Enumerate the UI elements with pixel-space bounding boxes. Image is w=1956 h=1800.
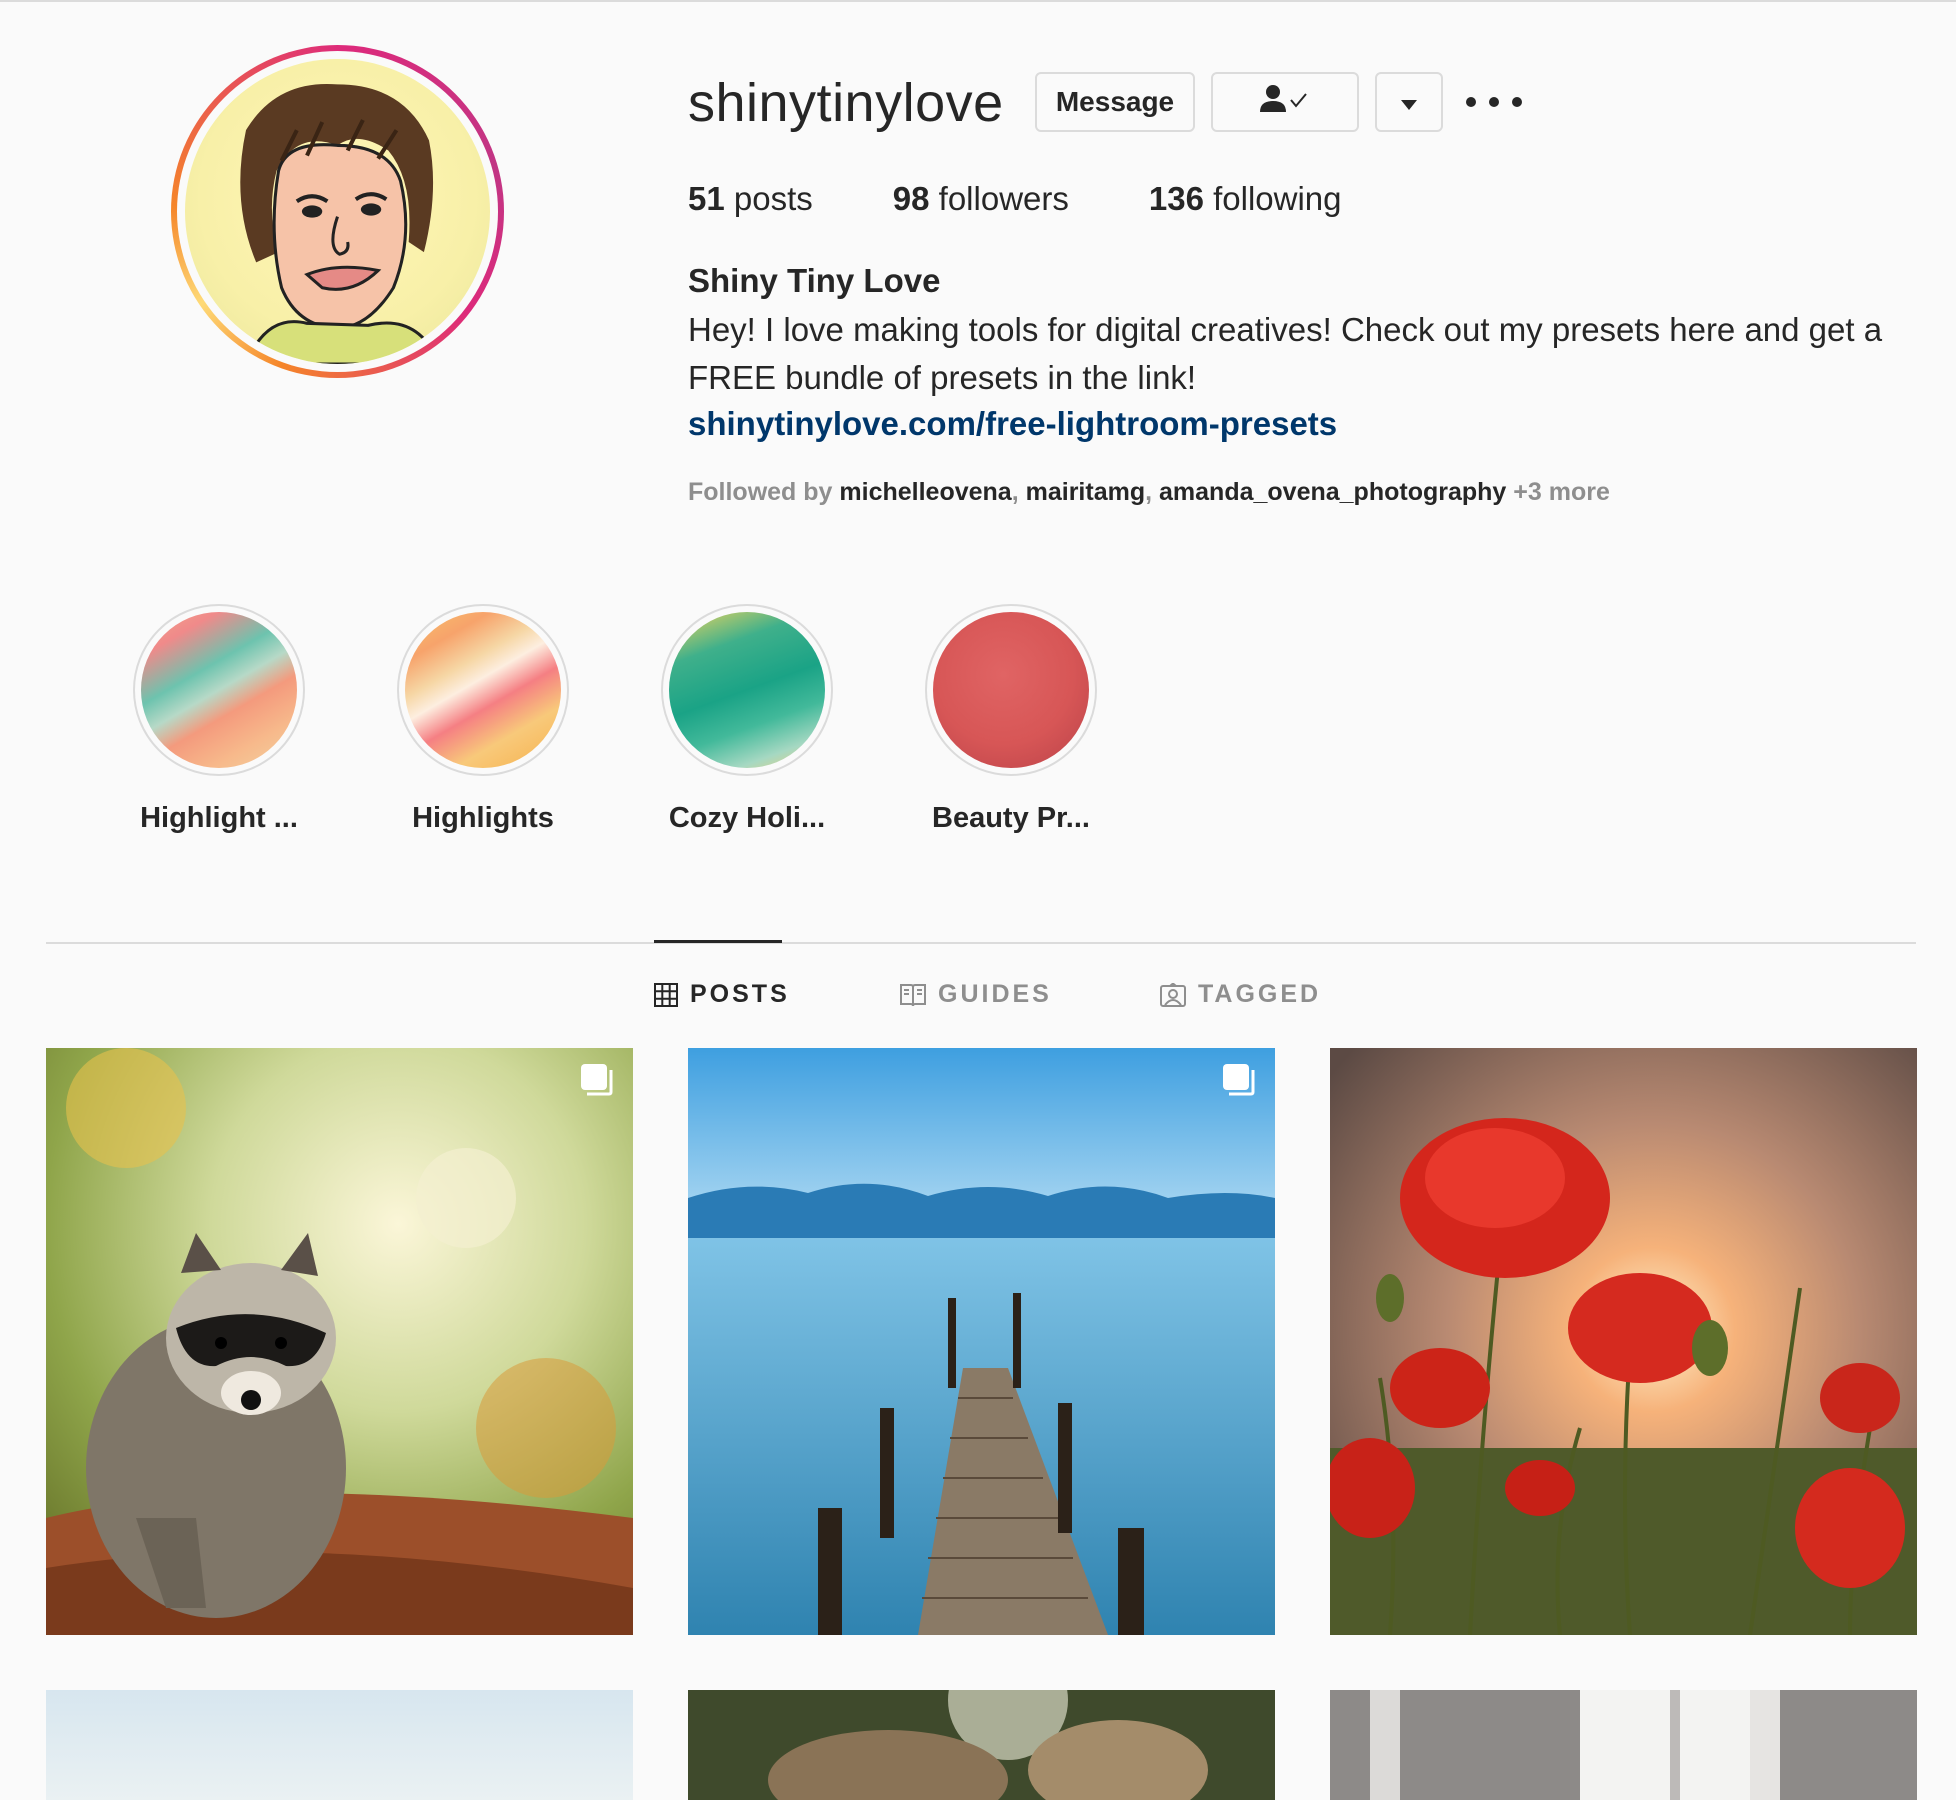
highlight-label: Beauty Pr... bbox=[932, 802, 1090, 834]
tab-posts[interactable]: POSTS bbox=[654, 980, 790, 1009]
tab-tagged[interactable]: TAGGED bbox=[1160, 980, 1321, 1009]
red-poppies-photo bbox=[1330, 1048, 1917, 1635]
followed-by[interactable]: Followed by michelleovena, mairitamg, am… bbox=[688, 478, 1610, 507]
message-button[interactable]: Message bbox=[1035, 72, 1195, 132]
highlight-label: Highlight ... bbox=[140, 802, 298, 834]
post-thumbnail[interactable] bbox=[46, 1690, 633, 1800]
highlight-label: Cozy Holi... bbox=[668, 802, 826, 834]
caret-down-icon bbox=[1400, 86, 1418, 118]
pier-lake-photo bbox=[688, 1048, 1275, 1635]
stat-following[interactable]: 136 following bbox=[1149, 180, 1342, 218]
highlight-label: Highlights bbox=[412, 802, 554, 834]
post-thumbnail[interactable] bbox=[1330, 1048, 1917, 1635]
more-options-icon[interactable] bbox=[1466, 82, 1522, 122]
top-border bbox=[0, 0, 1956, 2]
story-highlight[interactable]: Highlights bbox=[397, 604, 569, 834]
carousel-icon bbox=[1221, 1062, 1257, 1098]
tagged-icon bbox=[1160, 982, 1186, 1007]
raccoon-photo bbox=[46, 1048, 633, 1635]
active-tab-indicator bbox=[654, 940, 782, 943]
post-thumbnail[interactable] bbox=[688, 1048, 1275, 1635]
grid-icon bbox=[654, 982, 678, 1007]
post-thumbnail[interactable] bbox=[1330, 1690, 1917, 1800]
suggested-dropdown-button[interactable] bbox=[1375, 72, 1443, 132]
follower-name[interactable]: mairitamg bbox=[1026, 478, 1145, 506]
carousel-icon bbox=[579, 1062, 615, 1098]
profile-bio: Hey! I love making tools for digital cre… bbox=[688, 311, 1883, 396]
profile-external-link[interactable]: shinytinylove.com/free-lightroom-presets bbox=[688, 405, 1337, 443]
story-highlight[interactable]: Highlight ... bbox=[133, 604, 305, 834]
profile-full-name: Shiny Tiny Love bbox=[688, 262, 941, 299]
following-button[interactable] bbox=[1211, 72, 1359, 132]
follower-name[interactable]: amanda_ovena_photography bbox=[1159, 478, 1506, 506]
profile-username: shinytinylove bbox=[688, 73, 1004, 133]
highlight-cover bbox=[669, 612, 825, 768]
profile-avatar[interactable] bbox=[171, 45, 504, 378]
follower-name[interactable]: michelleovena bbox=[839, 478, 1011, 506]
guides-icon bbox=[900, 983, 926, 1007]
forest-animal-photo bbox=[688, 1690, 1275, 1800]
tab-guides[interactable]: GUIDES bbox=[900, 980, 1052, 1009]
avatar-illustration bbox=[185, 59, 490, 364]
profile-stats: 51 posts 98 followers 136 following bbox=[688, 180, 1422, 218]
story-highlight[interactable]: Beauty Pr... bbox=[925, 604, 1097, 834]
user-check-icon bbox=[1259, 84, 1311, 121]
post-thumbnail[interactable] bbox=[688, 1690, 1275, 1800]
highlight-cover bbox=[141, 612, 297, 768]
highlight-cover bbox=[933, 612, 1089, 768]
stat-posts: 51 posts bbox=[688, 180, 813, 217]
sky-photo bbox=[46, 1690, 633, 1800]
post-thumbnail[interactable] bbox=[46, 1048, 633, 1635]
stat-followers[interactable]: 98 followers bbox=[893, 180, 1069, 218]
window-photo bbox=[1330, 1690, 1917, 1800]
story-highlight[interactable]: Cozy Holi... bbox=[661, 604, 833, 834]
tabs-divider bbox=[46, 942, 1916, 944]
highlight-cover bbox=[405, 612, 561, 768]
